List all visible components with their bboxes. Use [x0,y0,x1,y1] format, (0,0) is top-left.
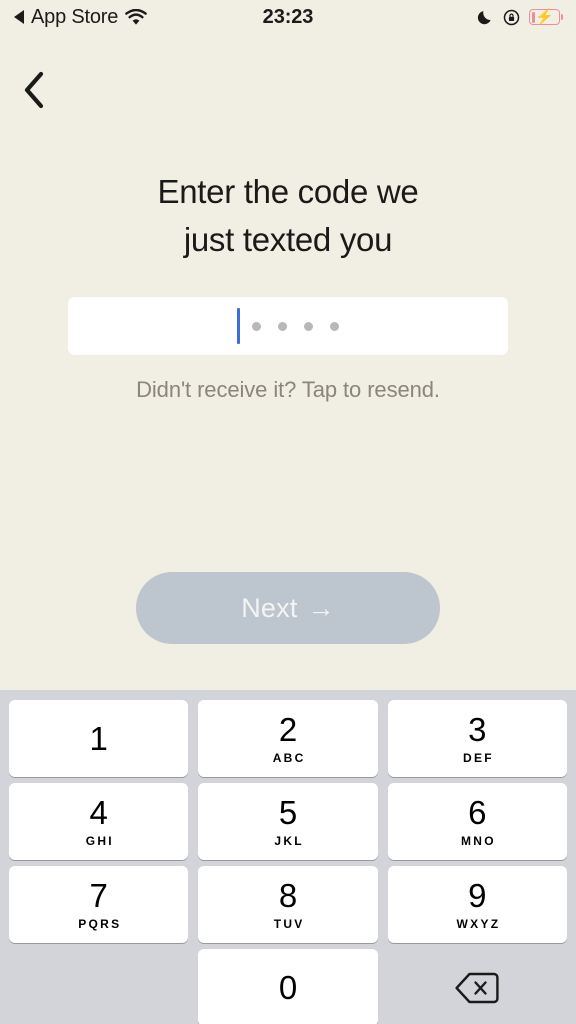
keypad-row: 1 2 ABC 3 DEF [4,700,572,777]
backspace-delete-icon [454,971,500,1005]
key-4[interactable]: 4 GHI [9,783,189,860]
key-letters: WXYZ [456,916,501,931]
keypad-cell: 4 GHI [4,783,193,860]
verification-code-input[interactable] [68,297,508,355]
next-button[interactable]: Next → [136,572,440,644]
key-digit: 4 [89,793,108,831]
triangle-left-icon [14,10,24,24]
key-3[interactable]: 3 DEF [387,700,567,777]
chevron-left-icon [21,70,47,110]
battery-charging-low-icon: ⚡ [529,9,560,25]
keypad-row: 4 GHI 5 JKL 6 MNO [4,783,572,860]
key-letters: TUV [273,916,305,931]
key-letters: MNO [461,833,496,848]
keypad-cell: 0 [193,949,382,1024]
code-dot [330,321,339,331]
key-digit: 1 [89,720,108,757]
rotation-lock-icon [503,9,520,26]
key-1[interactable]: 1 [9,700,189,777]
numeric-keypad: 1 2 ABC 3 DEF 4 GHI 5 JKL 6 MNO 7 PQRS 8… [0,690,576,1024]
keypad-cell: 9 WXYZ [383,866,572,943]
keypad-cell: 8 TUV [193,866,382,943]
keypad-row: 7 PQRS 8 TUV 9 WXYZ [4,866,572,943]
text-caret [237,308,240,344]
key-letters: GHI [85,833,114,848]
status-bar-app-label: App Store [31,5,119,28]
page-title: Enter the code we just texted you [157,173,419,258]
keypad-cell: 3 DEF [383,700,572,777]
key-backspace[interactable] [383,949,572,1024]
key-digit: 2 [278,710,298,748]
keypad-cell: 2 ABC [193,700,382,777]
moon-icon [477,9,494,26]
status-bar-back-to-app[interactable]: App Store [14,6,147,29]
key-digit: 8 [278,876,298,914]
key-letters: PQRS [78,916,122,931]
wifi-icon [125,8,147,26]
key-digit: 7 [89,876,108,914]
next-button-label: Next [241,592,298,623]
status-bar-indicators: ⚡ [477,9,560,26]
key-digit: 9 [468,876,487,914]
back-button[interactable] [6,62,62,118]
key-0[interactable]: 0 [198,949,378,1024]
keypad-cell: 6 MNO [383,783,572,860]
keypad-cell: 5 JKL [193,783,382,860]
code-dot [278,321,287,331]
key-5[interactable]: 5 JKL [198,783,378,860]
key-digit: 0 [278,969,298,1006]
keypad-cell: 7 PQRS [4,866,193,943]
code-placeholder-dots [252,321,339,331]
key-8[interactable]: 8 TUV [198,866,378,943]
key-digit: 3 [468,710,487,748]
key-letters: JKL [274,833,304,848]
keypad-cell: 1 [4,700,193,777]
key-7[interactable]: 7 PQRS [9,866,189,943]
key-9[interactable]: 9 WXYZ [387,866,567,943]
status-bar: App Store 23:23 ⚡ [0,0,576,34]
code-dot [304,321,313,331]
key-6[interactable]: 6 MNO [387,783,567,860]
key-letters: ABC [272,750,306,765]
keypad-row: 0 [4,949,572,1024]
key-2[interactable]: 2 ABC [198,700,378,777]
key-digit: 5 [278,793,298,831]
code-dot [252,321,261,331]
key-digit: 6 [468,793,487,831]
arrow-right-icon: → [307,592,335,623]
resend-code-link[interactable]: Didn't receive it? Tap to resend. [0,377,576,403]
key-letters: DEF [463,750,494,765]
